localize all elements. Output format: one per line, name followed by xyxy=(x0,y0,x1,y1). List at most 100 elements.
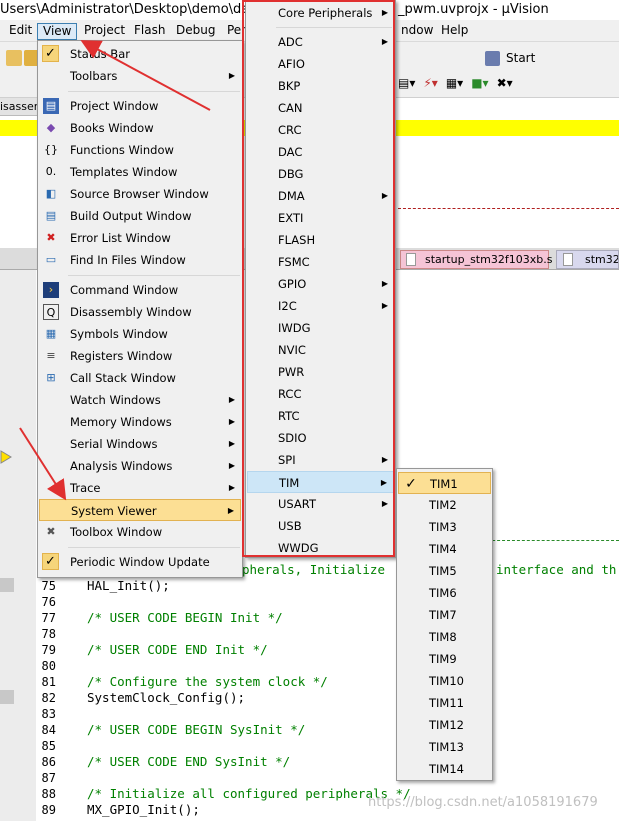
file-icon xyxy=(406,253,416,266)
menu-item-status-bar[interactable]: ✓ Status Bar xyxy=(39,43,241,65)
start-debug-button[interactable]: Start xyxy=(485,50,535,66)
tab-startup-file[interactable]: startup_stm32f103xb.s xyxy=(400,250,552,269)
code-line: /* USER CODE BEGIN SysInit */ xyxy=(87,722,306,737)
view-menu: ✓ Status Bar Toolbars ▶ ▤ Project Window ◆ B… xyxy=(37,40,243,578)
new-file-icon[interactable] xyxy=(6,50,22,66)
menu-item-trace[interactable]: Trace ▶ xyxy=(39,477,241,499)
line-number: 83 xyxy=(41,707,56,721)
line-number: 75 xyxy=(41,579,56,593)
code-line: /* USER CODE END SysInit */ xyxy=(87,754,291,769)
menu-item-symbols-window[interactable]: ▦ Symbols Window xyxy=(39,323,241,345)
menu-separator xyxy=(68,275,240,276)
menu-item-memory-windows[interactable]: Memory Windows ▶ xyxy=(39,411,241,433)
menu-item-build-output-window[interactable]: ▤ Build Output Window xyxy=(39,205,241,227)
menu-item-disassembly-window[interactable]: Q Disassembly Window xyxy=(39,301,241,323)
submenu-arrow-icon: ▶ xyxy=(228,439,235,448)
templates-icon: 0. xyxy=(45,165,57,178)
menu-separator xyxy=(68,547,240,548)
tools-icon[interactable]: ✖▾ xyxy=(497,76,513,90)
breakpoint-marker[interactable] xyxy=(0,690,14,704)
submenu-arrow-icon: ▶ xyxy=(227,506,234,515)
line-number: 89 xyxy=(41,803,56,817)
menu-item-tim5[interactable]: TIM5 xyxy=(398,560,491,582)
menu-item-tim6[interactable]: TIM6 xyxy=(398,582,491,604)
breakpoint-marker[interactable] xyxy=(0,578,14,592)
menu-item-project-window[interactable]: ▤ Project Window xyxy=(39,95,241,117)
menu-item-watch-windows[interactable]: Watch Windows ▶ xyxy=(39,389,241,411)
menu-item-registers-window[interactable]: ≡ Registers Window xyxy=(39,345,241,367)
menu-item-toolbox-window[interactable]: ✖ Toolbox Window xyxy=(39,521,241,543)
menu-item-tim14[interactable]: TIM14 xyxy=(398,758,491,780)
menu-item-call-stack-window[interactable]: ⊞ Call Stack Window xyxy=(39,367,241,389)
menu-item-command-window[interactable]: › Command Window xyxy=(39,279,241,301)
menu-item-tim2[interactable]: TIM2 xyxy=(398,494,491,516)
code-fragment: pherals, Initialize xyxy=(242,562,385,577)
menu-item-tim12[interactable]: TIM12 xyxy=(398,714,491,736)
menu-project[interactable]: Project xyxy=(79,23,130,40)
checkmark-icon: ✓ xyxy=(42,45,59,62)
line-number: 85 xyxy=(41,739,56,753)
line-number: 81 xyxy=(41,675,56,689)
line-number: 88 xyxy=(41,787,56,801)
line-number: 87 xyxy=(41,771,56,785)
code-line: HAL_Init(); xyxy=(87,578,170,593)
submenu-arrow-icon: ▶ xyxy=(228,483,235,492)
separator-dashed xyxy=(398,208,619,209)
window-icon[interactable]: ▦▾ xyxy=(446,76,463,90)
code-line: /* Initialize all configured peripherals… xyxy=(87,786,411,801)
code-line: SystemClock_Config(); xyxy=(87,690,246,705)
submenu-arrow-icon: ▶ xyxy=(228,395,235,404)
menu-item-tim13[interactable]: TIM13 xyxy=(398,736,491,758)
tab-stm32-file[interactable]: stm32f xyxy=(556,250,619,269)
menu-item-books-window[interactable]: ◆ Books Window xyxy=(39,117,241,139)
menu-item-serial-windows[interactable]: Serial Windows ▶ xyxy=(39,433,241,455)
menu-separator xyxy=(68,91,240,92)
menu-window[interactable]: ndow xyxy=(396,23,438,40)
chip-icon[interactable]: ■▾ xyxy=(471,76,488,90)
menu-item-error-list-window[interactable]: ✖ Error List Window xyxy=(39,227,241,249)
line-number: 77 xyxy=(41,611,56,625)
menu-flash[interactable]: Flash xyxy=(129,23,170,40)
disassembly-tab[interactable]: isassem xyxy=(0,98,40,116)
error-icon: ✖ xyxy=(46,231,56,244)
debug-toolbar-icons: ▤▾ ⚡▾ ▦▾ ■▾ ✖▾ xyxy=(398,76,521,90)
toolbox-icon: ✖ xyxy=(46,525,56,538)
view-icon[interactable]: ▤▾ xyxy=(398,76,415,90)
menu-item-system-viewer[interactable]: System Viewer ▶ xyxy=(39,499,241,521)
menu-view[interactable]: View xyxy=(37,23,78,40)
menu-item-periodic-window-update[interactable]: ✓ Periodic Window Update xyxy=(39,551,241,573)
menu-debug[interactable]: Debug xyxy=(171,23,220,40)
menu-item-tim10[interactable]: TIM10 xyxy=(398,670,491,692)
menu-item-tim1[interactable]: ✓ TIM1 xyxy=(398,472,491,494)
line-number: 78 xyxy=(41,627,56,641)
code-fragment: interface and th xyxy=(496,562,617,577)
menu-item-tim3[interactable]: TIM3 xyxy=(398,516,491,538)
build-output-icon: ▤ xyxy=(45,209,57,222)
code-line: /* USER CODE BEGIN Init */ xyxy=(87,610,283,625)
checkmark-icon: ✓ xyxy=(42,553,59,570)
symbols-icon: ▦ xyxy=(45,327,57,340)
menu-item-find-in-files-window[interactable]: ▭ Find In Files Window xyxy=(39,249,241,271)
menu-item-tim9[interactable]: TIM9 xyxy=(398,648,491,670)
watermark: https://blog.csdn.net/a1058191679 xyxy=(368,795,598,810)
menu-item-tim11[interactable]: TIM11 xyxy=(398,692,491,714)
line-number: 86 xyxy=(41,755,56,769)
menu-item-functions-window[interactable]: {} Functions Window xyxy=(39,139,241,161)
menu-item-analysis-windows[interactable]: Analysis Windows ▶ xyxy=(39,455,241,477)
code-line: /* USER CODE END Init */ xyxy=(87,642,268,657)
menu-item-tim4[interactable]: TIM4 xyxy=(398,538,491,560)
books-icon: ◆ xyxy=(46,121,56,134)
menu-item-source-browser-window[interactable]: ◧ Source Browser Window xyxy=(39,183,241,205)
window-title-suffix: _pwm.uvprojx - µVision xyxy=(398,2,549,17)
menu-help[interactable]: Help xyxy=(436,23,473,40)
submenu-arrow-icon: ▶ xyxy=(228,417,235,426)
tim-menu: ✓ TIM1 TIM2 TIM3 TIM4 TIM5 TIM6 TIM7 TIM8… xyxy=(396,468,493,781)
menu-item-toolbars[interactable]: Toolbars ▶ xyxy=(39,65,241,87)
menu-item-tim8[interactable]: TIM8 xyxy=(398,626,491,648)
menu-item-templates-window[interactable]: 0. Templates Window xyxy=(39,161,241,183)
menu-item-tim7[interactable]: TIM7 xyxy=(398,604,491,626)
menu-edit[interactable]: Edit xyxy=(4,23,37,40)
line-number: 84 xyxy=(41,723,56,737)
code-line: /* Configure the system clock */ xyxy=(87,674,328,689)
trace-icon[interactable]: ⚡▾ xyxy=(423,76,437,90)
